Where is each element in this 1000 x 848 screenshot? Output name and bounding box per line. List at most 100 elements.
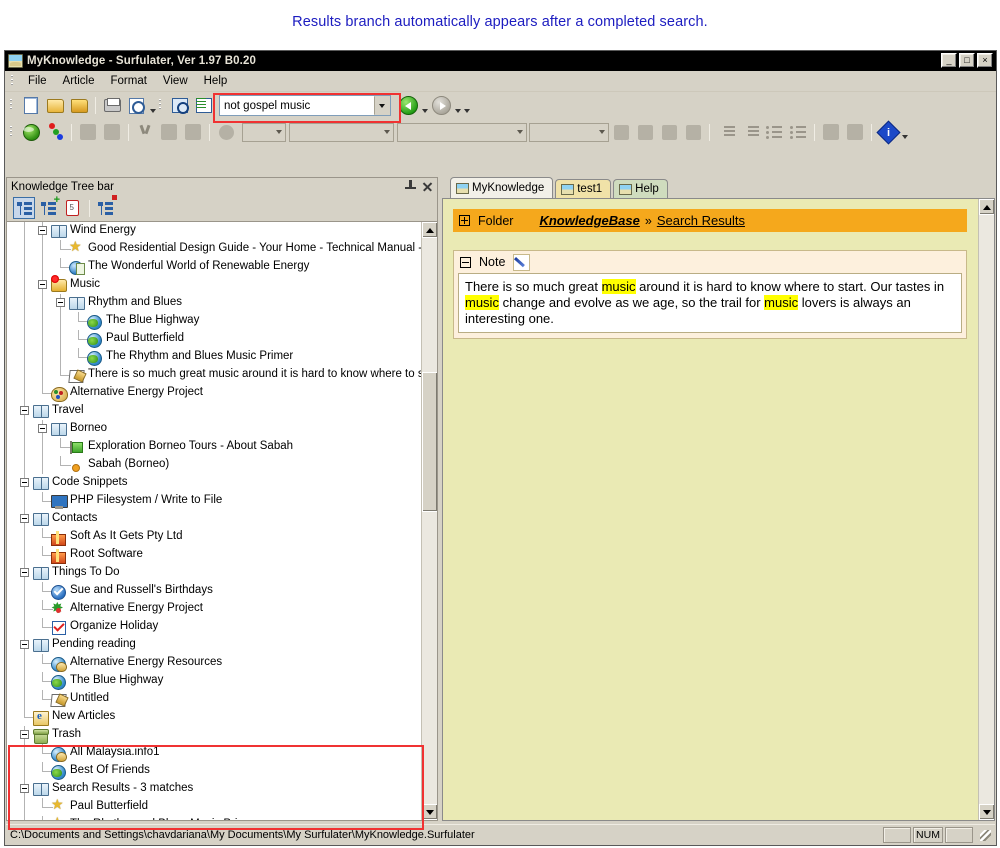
capture-icon[interactable]: [169, 95, 191, 117]
menu-item-format[interactable]: Format: [102, 73, 154, 89]
pin-icon[interactable]: [404, 180, 417, 193]
tree-node[interactable]: Travel: [7, 402, 421, 420]
tree-node[interactable]: Untitled: [7, 690, 421, 708]
tree-node[interactable]: Alternative Energy Project: [7, 599, 421, 618]
help-icon[interactable]: i: [875, 119, 901, 145]
tree-node[interactable]: The Wonderful World of Renewable Energy: [7, 258, 421, 276]
tab-test1[interactable]: test1: [555, 179, 612, 198]
tree-node[interactable]: The Rhythm and Blues Music Primer: [7, 814, 421, 820]
minimize-button[interactable]: _: [941, 53, 957, 68]
print-icon[interactable]: [101, 95, 123, 117]
close-icon[interactable]: [421, 180, 434, 193]
tree-node[interactable]: The Blue Highway: [7, 312, 421, 330]
tree-node[interactable]: Code Snippets: [7, 474, 421, 492]
tree-node[interactable]: Trash: [7, 726, 421, 744]
back-dropdown-icon[interactable]: [420, 99, 429, 113]
book-icon: [33, 637, 50, 653]
print-dropdown-icon[interactable]: [148, 99, 157, 113]
help-dropdown-icon[interactable]: [900, 125, 909, 139]
forward-icon[interactable]: [430, 95, 452, 117]
colored-dots-icon[interactable]: [44, 121, 66, 143]
menu-item-view[interactable]: View: [155, 73, 196, 89]
tree-expander-icon[interactable]: [56, 298, 65, 307]
tree-node[interactable]: Root Software: [7, 546, 421, 564]
tree-node[interactable]: Soft As It Gets Pty Ltd: [7, 528, 421, 546]
tree-node[interactable]: Contacts: [7, 510, 421, 528]
menu-item-article[interactable]: Article: [55, 73, 103, 89]
tree-expander-icon[interactable]: [38, 424, 47, 433]
tree-expander-icon[interactable]: [20, 514, 29, 523]
tree-node[interactable]: Paul Butterfield: [7, 330, 421, 348]
tree-expander-icon[interactable]: [38, 280, 47, 289]
tree-node[interactable]: New Articles: [7, 708, 421, 726]
tree-node[interactable]: Music: [7, 275, 421, 294]
pencil-icon[interactable]: [513, 253, 531, 271]
toolbar-gripper-1[interactable]: [9, 98, 15, 113]
toolbar-overflow-icon[interactable]: [462, 99, 471, 113]
tree-properties-icon[interactable]: [94, 195, 117, 219]
tab-help[interactable]: Help: [613, 179, 668, 198]
new-tree-icon[interactable]: +: [37, 195, 60, 219]
expand-folder-icon[interactable]: [459, 215, 470, 226]
tree-node[interactable]: Search Results - 3 matches: [7, 780, 421, 798]
toolbar-gripper-2[interactable]: [158, 98, 164, 113]
tree-node[interactable]: Best Of Friends: [7, 762, 421, 780]
tree-node[interactable]: Pending reading: [7, 636, 421, 654]
tree-node[interactable]: PHP Filesystem / Write to File: [7, 492, 421, 510]
close-button[interactable]: ×: [977, 53, 993, 68]
open-folder-icon[interactable]: [44, 95, 66, 117]
scroll-down-button[interactable]: [979, 804, 994, 820]
toolbar-gripper-3[interactable]: [9, 124, 15, 140]
tree-expander-icon[interactable]: [20, 784, 29, 793]
scroll-up-button[interactable]: [422, 222, 437, 238]
tree-node[interactable]: Organize Holiday: [7, 618, 421, 636]
scroll-up-button[interactable]: [979, 199, 994, 215]
tree-expander-icon[interactable]: [20, 730, 29, 739]
tree-node[interactable]: There is so much great music around it i…: [7, 366, 421, 384]
tree-node[interactable]: All Malaysia.info1: [7, 744, 421, 762]
globe-icon[interactable]: [20, 121, 42, 143]
clipboard-icon[interactable]: [61, 197, 83, 219]
menu-gripper[interactable]: [10, 73, 16, 89]
tree-vertical-scrollbar[interactable]: [421, 222, 437, 820]
article-vertical-scrollbar[interactable]: [978, 199, 994, 820]
scrollbar-thumb[interactable]: [422, 372, 437, 512]
tree-expander-icon[interactable]: [20, 640, 29, 649]
tree-node[interactable]: Rhythm and Blues: [7, 294, 421, 312]
tree-node[interactable]: Alternative Energy Project: [7, 384, 421, 402]
tree-expander-icon[interactable]: [20, 568, 29, 577]
tree-expander-icon[interactable]: [38, 226, 47, 235]
tree-node[interactable]: Paul Butterfield: [7, 796, 421, 816]
breadcrumb-current-link[interactable]: Search Results: [657, 213, 745, 228]
tree-node[interactable]: Good Residential Design Guide - Your Hom…: [7, 238, 421, 258]
menu-item-file[interactable]: File: [20, 73, 55, 89]
collapse-note-icon[interactable]: [460, 256, 471, 268]
tree-expander-icon[interactable]: [20, 478, 29, 487]
tree-node[interactable]: Sabah (Borneo): [7, 456, 421, 474]
menu-item-help[interactable]: Help: [196, 73, 236, 89]
tree-node[interactable]: Borneo: [7, 420, 421, 438]
tree-node[interactable]: Exploration Borneo Tours - About Sabah: [7, 438, 421, 456]
tree-view-icon[interactable]: [13, 197, 35, 219]
article-list-icon[interactable]: [193, 95, 215, 117]
scroll-down-button[interactable]: [422, 804, 437, 820]
search-input[interactable]: not gospel music: [219, 95, 391, 116]
tree-expander-icon[interactable]: [20, 406, 29, 415]
print-preview-icon[interactable]: [125, 95, 147, 117]
new-document-icon[interactable]: [20, 95, 42, 117]
search-dropdown-icon[interactable]: [374, 96, 390, 115]
tree-node[interactable]: The Blue Highway: [7, 672, 421, 690]
import-folder-icon[interactable]: [68, 95, 90, 117]
maximize-button[interactable]: □: [959, 53, 975, 68]
tree-node[interactable]: Alternative Energy Resources: [7, 654, 421, 672]
tab-myknowledge[interactable]: MyKnowledge: [450, 177, 554, 198]
tree-node[interactable]: The Rhythm and Blues Music Primer: [7, 348, 421, 366]
note-text[interactable]: There is so much great music around it i…: [458, 273, 962, 333]
tree-node[interactable]: Sue and Russell's Birthdays: [7, 582, 421, 600]
tree-node[interactable]: Things To Do: [7, 564, 421, 582]
resize-grip[interactable]: [978, 828, 992, 842]
tree-view[interactable]: Wind Energy Good Residential Design Guide…: [6, 221, 438, 821]
back-icon[interactable]: [397, 95, 419, 117]
forward-dropdown-icon[interactable]: [453, 99, 462, 113]
breadcrumb-root-link[interactable]: KnowledgeBase: [539, 213, 639, 228]
